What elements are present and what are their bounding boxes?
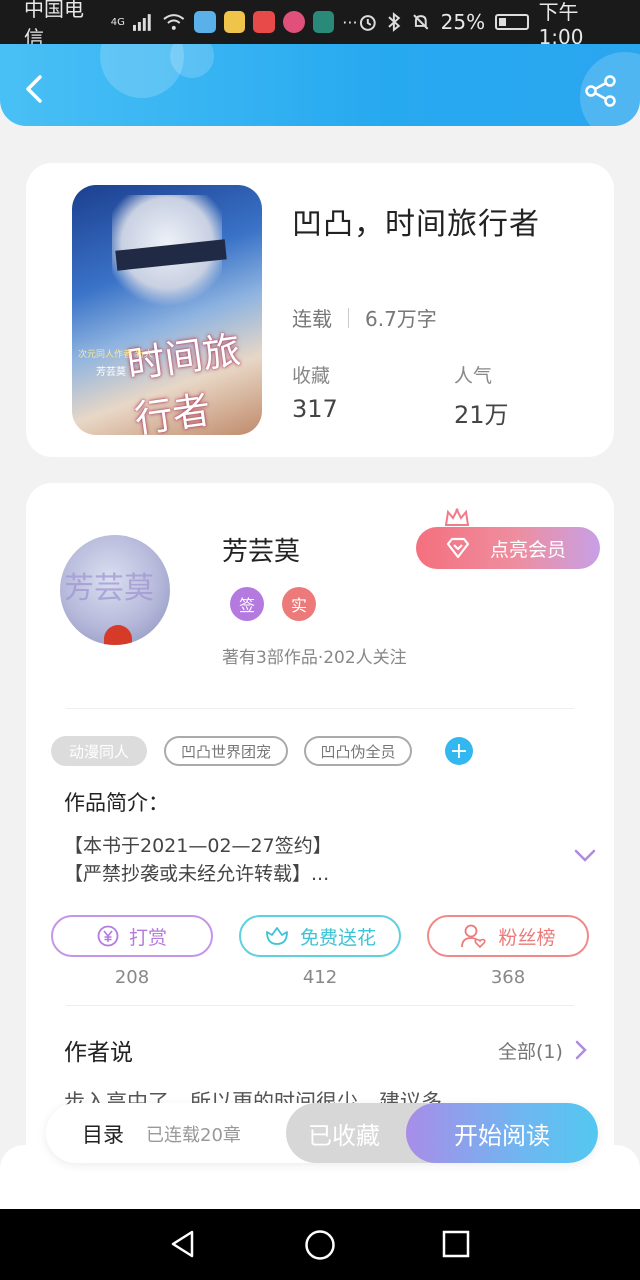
flower-count: 412 (302, 967, 338, 988)
nav-home-icon[interactable] (304, 1229, 336, 1261)
network-label: 4G (110, 16, 125, 28)
send-flower-label: 免费送花 (299, 926, 376, 949)
book-cover[interactable]: 时间旅行者 次元同人作者 新人 芳芸莫 (72, 185, 262, 435)
reward-label: 打赏 (128, 926, 167, 949)
wifi-icon (163, 14, 185, 30)
clock: 下午1:00 (538, 0, 584, 49)
avatar-art (104, 625, 132, 645)
avatar-text: 芳芸莫 (64, 571, 154, 606)
book-meta: 连载 6.7万字 (292, 303, 437, 332)
fans-icon (461, 924, 487, 949)
start-reading-button[interactable]: 开始阅读 (406, 1103, 598, 1163)
status-bar: 中国电信 4G ··· 25% 下午1:00 (0, 0, 640, 50)
system-nav-bar (0, 1209, 640, 1280)
popularity-label: 人气 (454, 365, 493, 387)
battery-icon (495, 14, 529, 30)
fans-count: 368 (490, 967, 526, 988)
app-icon (312, 11, 335, 33)
chapter-count[interactable]: 已连载20章 (146, 1121, 241, 1147)
share-icon[interactable] (584, 74, 618, 108)
reward-count: 208 (114, 967, 150, 988)
crown-icon (444, 507, 470, 526)
divider (66, 1005, 574, 1006)
vip-button[interactable]: 点亮会员 (416, 507, 600, 569)
tag-chip[interactable]: 凹凸伪全员 (304, 736, 412, 766)
book-status: 连载 (292, 307, 332, 331)
tag-chip[interactable]: 凹凸世界团宠 (164, 736, 288, 766)
cover-author: 芳芸莫 (96, 367, 126, 378)
fans-rank-label: 粉丝榜 (498, 926, 556, 949)
author-name[interactable]: 芳芸莫 (222, 531, 300, 568)
yuan-icon (97, 925, 119, 947)
popularity-value: 21万 (454, 401, 509, 429)
divider (66, 708, 574, 709)
intro-line: 【本书于2021—02—27签约】 (64, 835, 332, 857)
fans-rank-button[interactable]: 粉丝榜 (427, 915, 589, 957)
meta-divider (348, 307, 349, 328)
start-reading-label: 开始阅读 (454, 1121, 550, 1150)
back-icon[interactable] (20, 74, 50, 104)
cover-subtitle: 次元同人作者 新人 (78, 350, 153, 360)
collect-value: 317 (292, 395, 338, 423)
bottom-action-bar: 目录 已连载20章 已收藏 开始阅读 (46, 1103, 598, 1163)
battery-percent: 25% (440, 10, 486, 34)
book-info-card: 时间旅行者 次元同人作者 新人 芳芸莫 凹凸，时间旅行者 连载 6.7万字 收藏… (26, 163, 614, 457)
nav-recents-icon[interactable] (442, 1230, 470, 1258)
nav-back-icon[interactable] (168, 1229, 198, 1259)
intro-line: 【严禁抄袭或未经允许转载】... (64, 863, 330, 885)
author-info: 著有3部作品·202人关注 (222, 648, 407, 668)
chevron-right-icon[interactable] (574, 1039, 588, 1061)
chevron-down-icon[interactable] (574, 849, 596, 863)
alarm-icon (359, 15, 376, 31)
diamond-icon (446, 537, 470, 559)
cover-title: 时间旅行者 (124, 327, 244, 435)
bluetooth-icon (388, 12, 401, 32)
tag-chip[interactable]: 动漫同人 (51, 736, 147, 766)
reward-button[interactable]: 打赏 (51, 915, 213, 957)
word-count: 6.7万字 (365, 307, 437, 331)
sign-badge: 签 (230, 587, 264, 621)
app-icon (194, 11, 216, 33)
detail-card: 芳芸莫 芳芸莫 签 实 著有3部作品·202人关注 点亮会员 动漫同人 凹凸世界… (26, 483, 614, 1183)
author-say-all[interactable]: 全部(1) (498, 1037, 563, 1064)
header (0, 44, 640, 126)
app-icon (253, 11, 276, 33)
vip-label: 点亮会员 (490, 538, 567, 561)
avatar[interactable]: 芳芸莫 (60, 535, 170, 645)
app-icon (283, 11, 305, 33)
flower-icon (266, 927, 288, 945)
signal-icon (132, 14, 151, 31)
more-icon: ··· (342, 12, 358, 32)
app-icon (223, 11, 246, 33)
book-title: 凹凸，时间旅行者 (292, 207, 540, 242)
toc-button[interactable]: 目录 (82, 1119, 124, 1149)
author-say-title: 作者说 (64, 1040, 133, 1066)
realname-badge: 实 (282, 587, 316, 621)
add-tag-button[interactable]: + (445, 737, 473, 765)
intro-title: 作品简介： (64, 791, 169, 815)
mute-icon (413, 14, 429, 30)
collect-label: 收藏 (292, 365, 331, 387)
send-flower-button[interactable]: 免费送花 (239, 915, 401, 957)
favorited-label: 已收藏 (308, 1121, 380, 1150)
